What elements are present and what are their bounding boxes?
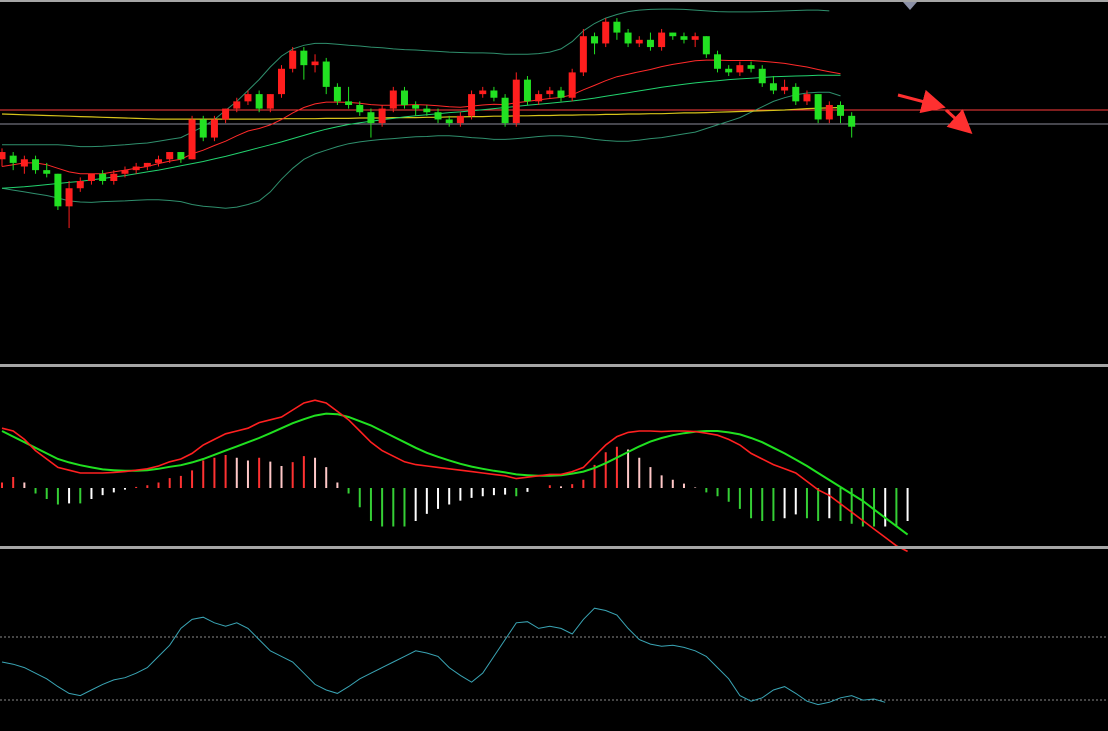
candle-body	[210, 119, 218, 138]
candle-body	[591, 36, 599, 44]
candle-body	[300, 50, 308, 66]
candle-body	[803, 94, 811, 102]
chart-canvas[interactable]	[0, 0, 1108, 731]
candle-body	[423, 108, 431, 113]
candle-body	[9, 155, 17, 163]
candle-body	[99, 173, 107, 181]
candle-body	[490, 90, 498, 98]
candle-body	[400, 90, 408, 105]
candle-body	[736, 65, 744, 73]
candle-body	[255, 94, 263, 109]
candle-body	[579, 36, 587, 73]
candle-body	[747, 65, 755, 69]
candle-body	[714, 54, 722, 69]
candle-body	[691, 36, 699, 40]
candle-body	[199, 119, 207, 138]
candle-body	[825, 104, 833, 120]
candle-body	[65, 188, 73, 207]
candle-body	[222, 108, 230, 120]
candle-body	[311, 61, 319, 66]
candle-body	[456, 115, 464, 124]
candle-body	[244, 94, 252, 102]
candle-body	[837, 104, 844, 116]
pane-divider-2	[0, 546, 1108, 549]
candle-body	[32, 159, 40, 171]
candle-body	[289, 50, 297, 69]
candle-body	[546, 90, 554, 95]
top-border	[0, 0, 1108, 2]
candle-body	[479, 90, 487, 95]
candle-body	[155, 159, 163, 163]
candle-body	[512, 79, 520, 124]
candle-body	[177, 152, 185, 160]
stock-chart	[0, 0, 1108, 731]
candle-body	[769, 83, 777, 91]
candle-body	[848, 115, 856, 127]
candle-body	[333, 86, 341, 102]
candle-body	[412, 104, 420, 109]
candle-body	[378, 108, 386, 124]
candle-body	[658, 32, 666, 48]
candle-body	[188, 119, 196, 160]
candle-body	[132, 166, 140, 171]
candle-body	[278, 68, 285, 95]
candle-body	[445, 119, 453, 124]
candle-body	[43, 170, 51, 174]
candle-body	[76, 181, 84, 189]
candle-body	[646, 39, 654, 48]
candle-body	[143, 162, 151, 167]
candle-body	[0, 152, 6, 160]
candle-body	[434, 112, 442, 120]
candle-body	[557, 90, 565, 98]
candle-body	[322, 61, 330, 87]
candle-body	[166, 152, 174, 160]
candle-body	[602, 21, 610, 44]
pane-divider-1	[0, 364, 1108, 367]
candle-body	[814, 94, 822, 120]
candle-body	[624, 32, 632, 44]
candle-body	[680, 36, 688, 40]
candle-body	[20, 159, 28, 167]
candle-body	[266, 94, 274, 109]
candle-body	[669, 32, 677, 37]
candle-body	[345, 101, 353, 105]
candle-body	[725, 68, 733, 73]
candle-body	[535, 94, 543, 102]
candle-body	[110, 173, 118, 181]
candle-body	[792, 86, 800, 102]
candle-body	[389, 90, 397, 109]
candle-body	[613, 21, 621, 33]
candle-body	[758, 68, 766, 84]
candle-body	[468, 94, 476, 116]
candle-body	[356, 104, 364, 113]
candle-body	[781, 86, 789, 91]
candle-body	[702, 36, 710, 55]
candle-body	[121, 170, 129, 174]
candle-body	[54, 173, 62, 207]
candle-body	[635, 39, 643, 44]
candle-body	[87, 173, 95, 181]
candle-body	[568, 72, 576, 98]
candle-body	[523, 79, 531, 102]
candle-body	[501, 97, 509, 124]
candle-body	[367, 112, 375, 124]
candle-body	[233, 101, 241, 109]
